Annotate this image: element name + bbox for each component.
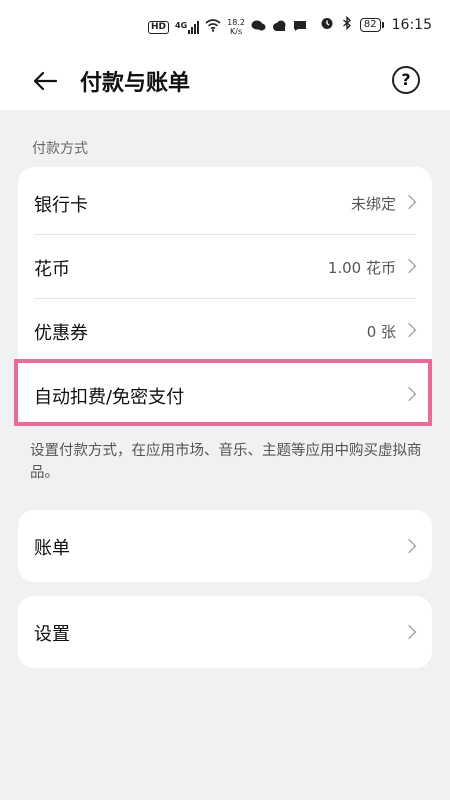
status-right-icons: 82 16:15: [320, 15, 432, 34]
chat-bubble-icon: [251, 20, 266, 35]
status-bar: HD 4G 18.2 K/s 82 16:15: [0, 0, 450, 52]
wifi-icon: [205, 19, 221, 35]
hd-badge: HD: [148, 20, 170, 34]
speed-unit: K/s: [230, 27, 243, 36]
bills-label: 账单: [34, 538, 70, 559]
chevron-right-icon: [401, 624, 417, 640]
status-left-icons: HD 4G 18.2 K/s: [148, 18, 307, 36]
payment-methods-card: 银行卡 未绑定 花币 1.00 花币 优惠券 0 张 自动扣费/免密支付: [18, 167, 432, 426]
bank-card-label: 银行卡: [34, 195, 88, 216]
clock-time: 16:15: [391, 17, 432, 33]
huabi-value: 1.00 花币: [327, 259, 396, 277]
chevron-right-icon: [401, 258, 417, 274]
bank-card-value: 未绑定: [350, 195, 396, 213]
alarm-icon: [320, 16, 334, 34]
signal-icon: 4G: [175, 20, 200, 34]
speed-value: 18.2: [227, 18, 245, 27]
list-item-bank-card[interactable]: 银行卡 未绑定: [18, 171, 432, 235]
chevron-right-icon: [401, 538, 417, 554]
chevron-right-icon: [401, 194, 417, 210]
chevron-right-icon: [401, 322, 417, 338]
signal-type: 4G: [175, 20, 188, 30]
network-speed: 18.2 K/s: [227, 18, 245, 36]
list-item-huabi[interactable]: 花币 1.00 花币: [18, 235, 432, 299]
list-item-auto-pay[interactable]: 自动扣费/免密支付: [18, 363, 432, 427]
back-arrow-icon: [33, 71, 58, 91]
cloud-icon: [272, 20, 287, 34]
help-button[interactable]: ?: [392, 66, 420, 94]
chevron-right-icon: [401, 386, 417, 402]
question-icon: ?: [401, 70, 411, 89]
auto-pay-label: 自动扣费/免密支付: [34, 387, 185, 408]
payment-description: 设置付款方式，在应用市场、音乐、主题等应用中购买虚拟商品。: [30, 443, 422, 481]
coupons-value: 0 张: [366, 323, 396, 341]
bills-card[interactable]: 账单: [18, 510, 432, 582]
battery-icon: 82: [359, 18, 384, 32]
back-button[interactable]: [28, 64, 62, 98]
coupons-label: 优惠券: [34, 323, 88, 344]
settings-card[interactable]: 设置: [18, 596, 432, 668]
message-icon: [293, 20, 307, 35]
bluetooth-icon: [342, 15, 352, 34]
list-item-coupons[interactable]: 优惠券 0 张: [18, 299, 432, 363]
battery-level: 82: [359, 18, 381, 32]
header: 付款与账单 ?: [0, 52, 450, 110]
page-title: 付款与账单: [80, 71, 191, 96]
section-label-payment-method: 付款方式: [32, 141, 88, 157]
settings-label: 设置: [34, 624, 70, 645]
huabi-label: 花币: [34, 259, 70, 280]
